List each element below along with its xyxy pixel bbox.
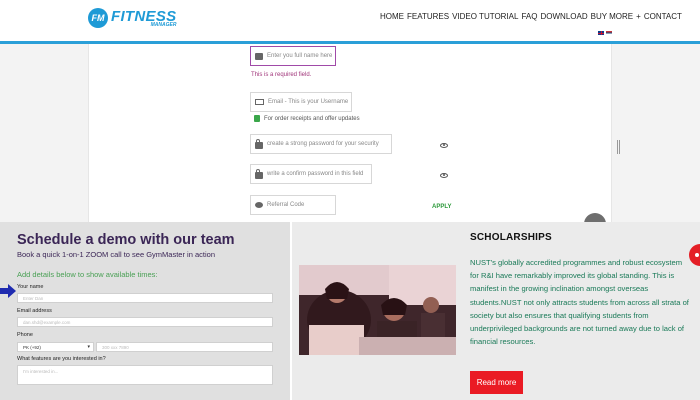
students-photo [299, 265, 456, 355]
right-gutter [612, 44, 700, 222]
demo-phone-input[interactable]: 300 xxx 7890 [96, 342, 273, 352]
lock-icon [255, 138, 263, 149]
left-gutter [0, 44, 88, 222]
scroll-handle[interactable] [617, 140, 620, 154]
id-card-icon [255, 52, 263, 60]
email-hint: For order receipts and offer updates [254, 115, 360, 122]
password-placeholder: create a strong password for your securi… [267, 141, 379, 147]
scholarships-panel: SCHOLARSHIPS NUST's globally accredited … [292, 222, 700, 400]
scholarships-title: SCHOLARSHIPS [470, 232, 552, 243]
confirm-password-placeholder: write a confirm password in this field [267, 171, 364, 177]
email-input[interactable]: Email - This is your Username [250, 92, 352, 112]
phone-label: Phone [17, 332, 33, 338]
password-input[interactable]: create a strong password for your securi… [250, 134, 392, 154]
confirm-password-input[interactable]: write a confirm password in this field [250, 164, 372, 184]
fitness-manager-page: FM FITNESS MANAGER HOME FEATURES VIDEO T… [0, 0, 700, 222]
info-icon [254, 115, 260, 122]
demo-name-placeholder: Enter Dan [23, 295, 44, 301]
pointer-arrow-icon [0, 284, 16, 298]
site-header: FM FITNESS MANAGER HOME FEATURES VIDEO T… [0, 0, 700, 42]
referral-code-input[interactable]: Referral Code [250, 195, 336, 215]
serbia-flag-icon[interactable] [606, 31, 612, 35]
nav-plus[interactable]: + [636, 12, 641, 21]
fitness-manager-logo[interactable]: FM FITNESS MANAGER [88, 8, 176, 28]
nav-contact[interactable]: CONTACT [644, 12, 682, 21]
students-photo-illustration [299, 265, 456, 355]
email-hint-text: For order receipts and offer updates [264, 115, 360, 122]
uk-flag-icon[interactable] [598, 31, 604, 35]
language-switcher [596, 31, 612, 35]
demo-email-placeholder: dan.shd@example.com [23, 319, 71, 325]
main-nav: HOME FEATURES VIDEO TUTORIAL FAQ DOWNLOA… [380, 12, 685, 21]
nav-download[interactable]: DOWNLOAD [540, 12, 587, 21]
nav-buy-more[interactable]: BUY MORE [591, 12, 634, 21]
full-name-placeholder: Enter you full name here [267, 53, 333, 59]
demo-title: Schedule a demo with our team [17, 232, 235, 248]
full-name-input[interactable]: Enter you full name here [250, 46, 336, 66]
demo-subtitle: Book a quick 1-on-1 ZOOM call to see Gym… [17, 250, 215, 259]
schedule-demo-panel: Schedule a demo with our team Book a qui… [0, 222, 290, 400]
email-label: Email address [17, 308, 52, 314]
nav-video-tutorial[interactable]: VIDEO TUTORIAL [452, 12, 518, 21]
apply-button[interactable]: APPLY [432, 204, 451, 210]
show-confirm-password-icon[interactable] [440, 173, 448, 178]
chevron-down-icon: ▾ [87, 344, 90, 350]
lock-icon [255, 168, 263, 179]
demo-name-input[interactable]: Enter Dan [17, 293, 273, 303]
country-code-value: PK (+92) [23, 344, 41, 350]
nav-faq[interactable]: FAQ [521, 12, 537, 21]
required-field-error: This is a required field. [251, 72, 312, 78]
demo-phone-placeholder: 300 xxx 7890 [102, 344, 129, 350]
logo-badge: FM [88, 8, 108, 28]
demo-email-input[interactable]: dan.shd@example.com [17, 317, 273, 327]
features-textarea[interactable]: I'm interested in... [17, 365, 273, 385]
signup-form-panel [88, 44, 612, 222]
show-password-icon[interactable] [440, 143, 448, 148]
demo-instructions: Add details below to show available time… [17, 270, 158, 279]
users-icon [255, 202, 263, 208]
nav-home[interactable]: HOME [380, 12, 404, 21]
envelope-icon [255, 99, 264, 105]
country-code-select[interactable]: PK (+92) ▾ [17, 342, 94, 352]
scholarships-body: NUST's globally accredited programmes an… [470, 258, 689, 347]
read-more-button[interactable]: Read more [470, 371, 523, 394]
features-label: What features are you interested in? [17, 356, 106, 362]
name-label: Your name [17, 284, 44, 290]
nav-features[interactable]: FEATURES [407, 12, 449, 21]
features-placeholder: I'm interested in... [23, 369, 59, 374]
referral-placeholder: Referral Code [267, 202, 305, 208]
email-placeholder: Email - This is your Username [268, 99, 349, 105]
